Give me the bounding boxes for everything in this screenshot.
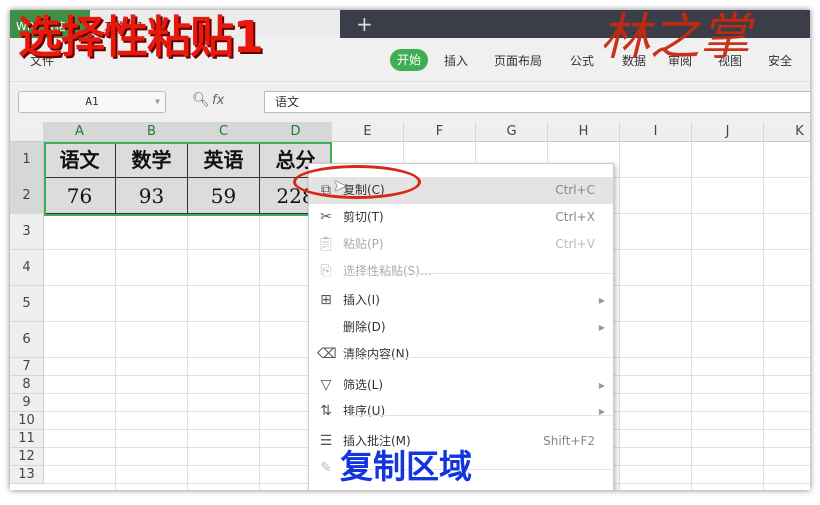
insert-icon: ⊞	[320, 292, 332, 308]
header-cell[interactable]: 数学	[116, 142, 188, 178]
submenu-arrow-icon: ▶	[598, 296, 605, 305]
menu-page-layout[interactable]: 页面布局	[494, 52, 542, 69]
row-header-7[interactable]: 7	[10, 358, 44, 376]
menu-start[interactable]: 开始	[390, 49, 428, 71]
eraser-icon: ⌫	[317, 346, 337, 362]
column-header-B[interactable]: B	[116, 122, 188, 142]
edit-comment-icon: ✎	[320, 460, 332, 476]
submenu-arrow-icon: ▶	[598, 323, 605, 332]
menu-item-label: 插入(I)	[343, 293, 380, 307]
menu-item-label: 粘贴(P)	[343, 237, 384, 251]
row-header-2[interactable]: 2	[10, 178, 44, 214]
gridline	[691, 142, 692, 490]
row-header-13[interactable]: 13	[10, 466, 44, 484]
select-all-corner[interactable]	[10, 122, 44, 142]
menu-separator	[343, 357, 613, 358]
value-cell[interactable]: 59	[188, 178, 260, 214]
row-header-5[interactable]: 5	[10, 286, 44, 322]
menu-item-label: 删除(D)	[343, 320, 386, 334]
column-header-A[interactable]: A	[44, 122, 116, 142]
context-menu-item[interactable]: ⌫ 清除内容(N)	[309, 341, 613, 368]
context-menu-item[interactable]: 📋︎ 粘贴(P) Ctrl+V	[309, 231, 613, 258]
header-cell[interactable]: 语文	[44, 142, 116, 178]
menu-security[interactable]: 安全	[768, 52, 792, 69]
context-menu-item[interactable]: ▽ 筛选(L) ▶	[309, 372, 613, 399]
column-header-J[interactable]: J	[692, 122, 764, 142]
submenu-arrow-icon: ▶	[598, 381, 605, 390]
row-header-9[interactable]: 9	[10, 394, 44, 412]
row-header-11[interactable]: 11	[10, 430, 44, 448]
chevron-down-icon[interactable]: ▼	[155, 92, 160, 112]
row-header-4[interactable]: 4	[10, 250, 44, 286]
menu-insert[interactable]: 插入	[444, 52, 468, 69]
column-header-K[interactable]: K	[764, 122, 810, 142]
scissors-icon: ✂	[320, 209, 332, 225]
gridline	[619, 142, 620, 490]
menu-item-label: 筛选(L)	[343, 378, 384, 392]
value-cell[interactable]: 93	[116, 178, 188, 214]
row-header-10[interactable]: 10	[10, 412, 44, 430]
formula-input[interactable]: 语文	[264, 91, 810, 113]
spreadsheet-window: WPS 表格 工作簿1 + 文件 开始 插入 页面布局 公式 数据 审阅 视图 …	[10, 10, 810, 490]
comment-icon: ☰	[319, 433, 333, 449]
menu-item-label: 排序(U)	[343, 404, 386, 418]
column-header-H[interactable]: H	[548, 122, 620, 142]
formula-bar: A1 ▼ 🔍︎ fx 语文	[10, 82, 810, 124]
overlay-title: 选择性粘贴1	[18, 12, 264, 63]
column-header-I[interactable]: I	[620, 122, 692, 142]
menu-item-label: 选择性粘贴(S)...	[343, 264, 432, 278]
menu-item-shortcut: Ctrl+C	[555, 183, 595, 197]
header-cell[interactable]: 英语	[188, 142, 260, 178]
context-menu: ⧉ 复制(C) Ctrl+C ✂ 剪切(T) Ctrl+X 📋︎ 粘贴(P) Ctrl+V ⎘ 选择…	[308, 163, 614, 490]
menu-separator	[343, 273, 613, 274]
overlay-caption: 复制区域	[340, 447, 472, 486]
column-header-D[interactable]: D	[260, 122, 332, 142]
context-menu-item[interactable]: ✂ 剪切(T) Ctrl+X	[309, 204, 613, 231]
zoom-icon[interactable]: 🔍︎	[192, 92, 210, 108]
paste-special-icon: ⎘	[320, 263, 332, 279]
menu-item-shortcut: Ctrl+1	[556, 484, 595, 490]
fx-icon[interactable]: fx	[212, 93, 224, 108]
menu-separator	[343, 415, 613, 416]
paste-icon: 📋︎	[317, 236, 335, 252]
row-header-12[interactable]: 12	[10, 448, 44, 466]
sort-icon: ⇅	[320, 403, 332, 419]
new-tab-button[interactable]: +	[356, 12, 373, 36]
menu-item-label: 剪切(T)	[343, 210, 384, 224]
context-menu-item[interactable]: 删除(D) ▶	[309, 314, 613, 341]
column-header-F[interactable]: F	[404, 122, 476, 142]
column-header-C[interactable]: C	[188, 122, 260, 142]
highlight-ellipse	[293, 165, 421, 199]
name-box[interactable]: A1 ▼	[18, 91, 166, 113]
value-cell[interactable]: 76	[44, 178, 116, 214]
row-header-1[interactable]: 1	[10, 142, 44, 178]
filter-icon: ▽	[320, 377, 332, 393]
mouse-cursor-icon: ➤	[333, 176, 347, 195]
row-header-3[interactable]: 3	[10, 214, 44, 250]
context-menu-item[interactable]: ⊞ 插入(I) ▶	[309, 287, 613, 314]
menu-item-shortcut: Ctrl+X	[555, 210, 595, 224]
submenu-arrow-icon: ▶	[598, 407, 605, 416]
format-cells-icon: ▦	[317, 484, 335, 490]
menu-formula[interactable]: 公式	[570, 52, 594, 69]
column-header-G[interactable]: G	[476, 122, 548, 142]
menu-item-label: 清除内容(N)	[343, 347, 410, 361]
menu-item-shortcut: Ctrl+V	[555, 237, 595, 251]
row-header-6[interactable]: 6	[10, 322, 44, 358]
menu-item-shortcut: Shift+F2	[543, 434, 595, 448]
row-header-8[interactable]: 8	[10, 376, 44, 394]
gridline	[763, 142, 764, 490]
context-menu-item[interactable]: ⇅ 排序(U) ▶	[309, 398, 613, 425]
context-menu-item[interactable]: ⎘ 选择性粘贴(S)...	[309, 258, 613, 285]
name-box-value: A1	[85, 95, 99, 108]
column-header-E[interactable]: E	[332, 122, 404, 142]
signature-logo: 林之掌	[600, 8, 750, 66]
